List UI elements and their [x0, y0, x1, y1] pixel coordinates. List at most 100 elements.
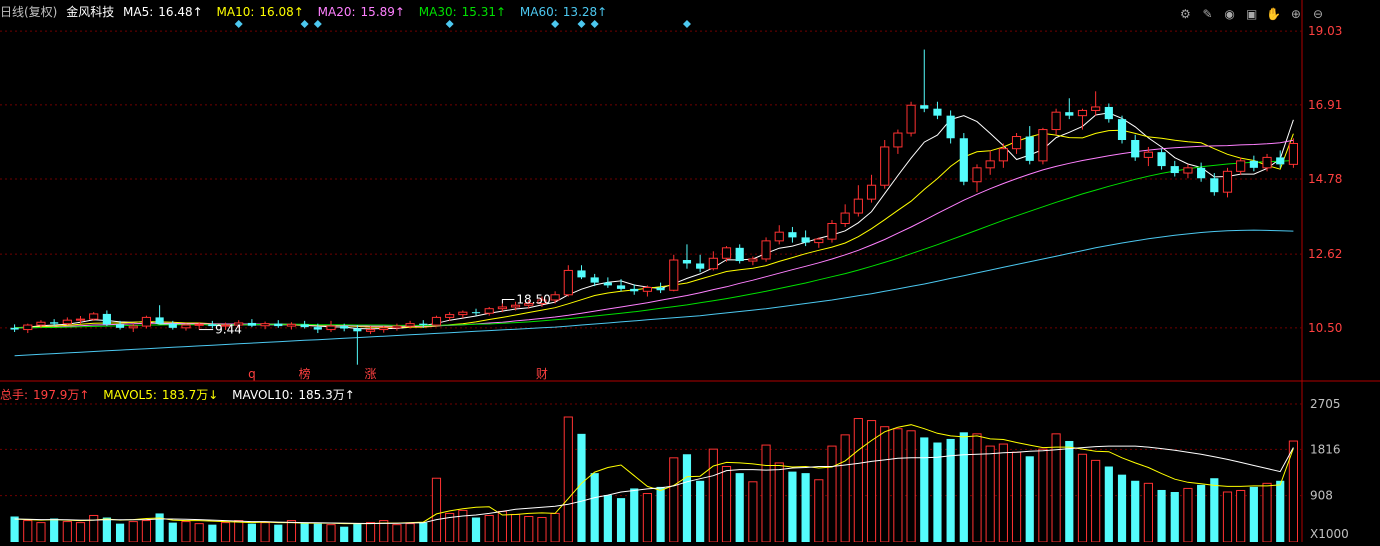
candle-body: [669, 259, 679, 291]
min-price-label: 9.44: [215, 323, 242, 337]
candle-up: [761, 237, 771, 262]
volume-bar-up: [880, 426, 890, 543]
candle-body: [141, 316, 152, 327]
candle-down: [603, 277, 612, 288]
volume-bar-up: [893, 428, 903, 543]
candle-body: [102, 313, 111, 325]
volume-bar-down: [1170, 492, 1179, 542]
candle-body: [313, 327, 322, 330]
candle-up: [1262, 153, 1272, 172]
candle-down: [696, 254, 705, 273]
candle-body: [735, 247, 744, 262]
volume-bar-up: [669, 457, 679, 543]
volume-bar-up: [405, 523, 415, 543]
candle-body: [194, 323, 204, 326]
candle-up: [458, 310, 468, 319]
volume-bar-up: [75, 522, 86, 543]
volume-bar-down: [1065, 440, 1074, 542]
candle-body: [616, 285, 626, 289]
volume-bar-up: [721, 465, 732, 543]
candle-body: [23, 324, 33, 331]
draw-icon[interactable]: ✎: [1200, 6, 1216, 22]
volume-bar-up: [998, 443, 1008, 543]
candle-up: [866, 174, 877, 203]
candle-down: [1131, 134, 1140, 161]
volume-bar-down: [471, 517, 481, 542]
volume-bars[interactable]: [10, 416, 1298, 543]
volume-bar-up: [260, 522, 270, 543]
candle-down: [102, 310, 111, 327]
zoom-in-icon[interactable]: ⊕: [1288, 6, 1304, 22]
candle-up: [814, 237, 824, 248]
candle-up: [985, 150, 995, 175]
candle-body: [62, 319, 72, 325]
candle-up: [853, 185, 863, 217]
candlesticks[interactable]: [10, 49, 1298, 365]
candle-body: [471, 312, 481, 314]
volume-bar-down: [102, 517, 111, 542]
candle-body: [1143, 151, 1153, 158]
candle-down: [1197, 162, 1206, 182]
candle-down: [274, 320, 283, 328]
volume-bar-down: [1117, 474, 1127, 542]
settings-icon[interactable]: ⚙: [1177, 6, 1193, 22]
candle-down: [735, 244, 744, 264]
candle-body: [36, 321, 46, 326]
candle-body: [721, 247, 732, 259]
candle-down: [1117, 115, 1127, 144]
candle-body: [1262, 156, 1272, 169]
candle-body: [286, 323, 297, 327]
volume-tick-label: 908: [1310, 489, 1333, 503]
candle-down: [801, 230, 810, 247]
volume-bar-up: [853, 418, 863, 543]
volume-bar-up: [985, 445, 995, 543]
candle-up: [62, 317, 72, 326]
event-marker: 财: [536, 367, 548, 381]
ma10-line: [14, 129, 1294, 329]
info-diamond-icon: [313, 20, 322, 28]
candle-down: [1104, 103, 1113, 123]
candle-down: [155, 305, 164, 325]
volume-bar-down: [1197, 484, 1206, 542]
volume-bar-down: [656, 486, 665, 542]
volume-tick-label: X1000: [1310, 527, 1349, 541]
candle-body: [577, 270, 586, 278]
candle-body: [748, 258, 758, 262]
volume-bar-down: [959, 432, 968, 542]
volume-bar-up: [814, 479, 824, 543]
candle-body: [1276, 157, 1285, 165]
axis-labels: 19.03 16.91 14.78 12.62 10.50 2705 1816 908 X100…: [1308, 24, 1349, 541]
candle-body: [1157, 152, 1166, 167]
candle-up: [1222, 167, 1233, 198]
ma20-line: [14, 139, 1294, 329]
candle-body: [50, 322, 59, 324]
candle-down: [1170, 160, 1179, 177]
hand-icon[interactable]: ✋: [1266, 6, 1282, 22]
volume-bar-up: [827, 445, 837, 543]
candle-down: [1157, 148, 1166, 170]
cart-icon[interactable]: ▣: [1244, 6, 1260, 22]
volume-bar-up: [181, 521, 191, 543]
volume-bar-down: [696, 480, 705, 542]
candle-body: [630, 288, 639, 292]
candle-body: [972, 167, 982, 183]
volume-bar-up: [128, 521, 138, 543]
ma5-legend: MA5: 16.48↑: [123, 5, 212, 19]
volume-bar-down: [274, 524, 283, 542]
candle-body: [761, 240, 771, 260]
volume-bar-up: [708, 448, 718, 543]
chart-canvas[interactable]: 18.50 9.44 q 榜 涨 财 19.03 16.91 14.78 12.62 10.50 2…: [0, 0, 1380, 543]
zoom-out-icon[interactable]: ⊖: [1310, 6, 1326, 22]
volume-ma-lines: [14, 424, 1294, 525]
candle-body: [946, 115, 955, 139]
volume-bar-up: [1262, 482, 1272, 543]
candle-body: [168, 323, 177, 328]
moving-average-lines: [14, 112, 1294, 357]
volume-bar-up: [1011, 451, 1022, 543]
volume-bar-down: [115, 523, 125, 542]
stock-chart[interactable]: 18.50 9.44 q 榜 涨 财 19.03 16.91 14.78 12.62 10.50 2…: [0, 0, 1380, 543]
candle-body: [1065, 112, 1074, 116]
eye-icon[interactable]: ◉: [1222, 6, 1238, 22]
candle-up: [484, 306, 494, 316]
candle-body: [1288, 142, 1298, 165]
